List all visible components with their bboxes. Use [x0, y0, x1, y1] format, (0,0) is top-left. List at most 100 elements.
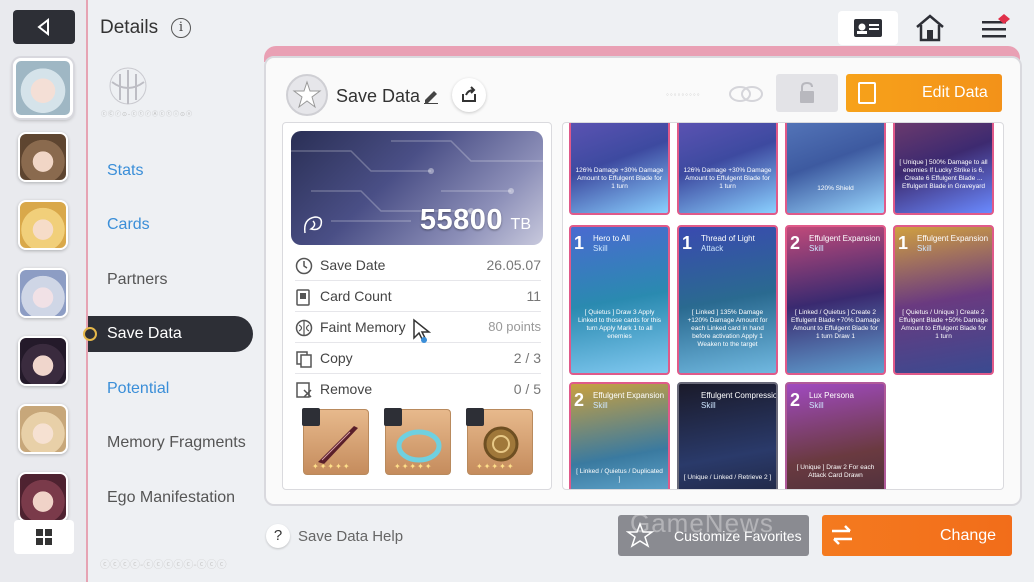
rings-icon [729, 86, 763, 102]
card-item[interactable]: 126% Damage +30% Damage Amount to Effulg… [677, 123, 778, 215]
stat-value: 26.05.07 [486, 257, 542, 273]
armor-type-icon [384, 408, 402, 426]
menu-icon [982, 14, 1010, 38]
stat-label: Faint Memory [320, 319, 406, 335]
info-icon[interactable]: i [171, 18, 191, 38]
edit-data-label: Edit Data [922, 84, 988, 101]
card-type: Skill [701, 401, 716, 410]
equipment-slot-armor[interactable]: ✦✦✦✦✦ [384, 408, 451, 475]
avatar-character-7[interactable] [18, 472, 68, 522]
card-item[interactable]: [ Unique ] 500% Damage to all enemies If… [893, 123, 994, 215]
avatar-character-3[interactable] [18, 200, 68, 250]
save-data-help-link[interactable]: Save Data Help [298, 528, 403, 545]
stat-label: Card Count [320, 288, 392, 304]
card-name: Effulgent Compression [701, 391, 778, 400]
card-item[interactable]: 126% Damage +30% Damage Amount to Effulg… [569, 123, 670, 215]
card-cost: 1 [898, 233, 909, 253]
grid-view-button[interactable] [14, 520, 74, 554]
swap-arrows-icon [832, 525, 852, 545]
stat-label: Remove [320, 381, 373, 397]
card-text: 120% Shield [817, 185, 854, 192]
card-text: [ Unique ] Draw 2 For each Attack Card D… [796, 464, 875, 479]
card-text: 126% Damage +30% Damage Amount to Effulg… [683, 167, 772, 190]
watermark-text: GameNews [630, 508, 774, 538]
card-text: [ Linked / Quietus / Duplicated ] [576, 468, 663, 483]
card-item[interactable]: 120% Shield [785, 123, 886, 215]
stat-value: 11 [526, 288, 541, 304]
card-name: Effulgent Expansion [917, 234, 989, 243]
share-button[interactable] [452, 78, 486, 112]
stat-row-save-date: Save Date 26.05.07 [295, 251, 541, 281]
emblem-caption: ⓒⒸⓡ⊙-ⓒⓣⓡⒶⓒⓣⓘ⊙ⓝ [101, 112, 194, 118]
star-badge-icon [292, 80, 322, 109]
character-rail [0, 0, 88, 582]
nav-ego-manifestation[interactable]: Ego Manifestation [107, 489, 235, 507]
card-type: Skill [593, 244, 608, 253]
card-item[interactable]: 1 Thread of Light Attack [ Linked ] 135%… [677, 225, 778, 375]
card-cost: 1 [682, 233, 693, 253]
id-card-icon [854, 19, 882, 37]
clock-icon [295, 257, 313, 275]
avatar-character-5[interactable] [18, 336, 68, 386]
stat-label: Copy [320, 350, 353, 366]
card-grid: 126% Damage +30% Damage Amount to Effulg… [562, 122, 1004, 490]
edit-name-icon[interactable] [422, 86, 440, 104]
card-item[interactable]: 1 Hero to All Skill [ Quietus ] Draw 3 A… [569, 225, 670, 375]
nav-partners[interactable]: Partners [107, 271, 167, 289]
weapon-type-icon [302, 408, 320, 426]
nav-save-data[interactable]: Save Data [83, 316, 253, 352]
stat-row-remove: Remove 0 / 5 [295, 375, 541, 405]
card-text: [ Unique ] 500% Damage to all enemies If… [899, 159, 988, 190]
card-type: Skill [809, 401, 824, 410]
change-label: Change [940, 527, 997, 544]
menu-button[interactable] [976, 11, 1016, 45]
home-icon [916, 14, 944, 42]
edit-data-button[interactable]: Edit Data [846, 74, 1002, 112]
card-name: Lux Persona [809, 391, 854, 400]
card-item[interactable]: Effulgent Compression Skill [ Unique / L… [677, 382, 778, 489]
copy-icon [296, 351, 312, 368]
avatar-character-4[interactable] [18, 268, 68, 318]
active-indicator-icon [83, 327, 97, 341]
page-title: Details [100, 17, 159, 38]
card-cost: 1 [574, 233, 585, 253]
nav-cards[interactable]: Cards [107, 216, 150, 234]
card-item[interactable]: 1 Effulgent Expansion Skill [ Quietus / … [893, 225, 994, 375]
nav-stats[interactable]: Stats [107, 162, 143, 180]
card-item[interactable]: 2 Effulgent Expansion Skill [ Linked / Q… [569, 382, 670, 489]
card-text: [ Linked ] 135% Damage +120% Damage Amou… [687, 309, 768, 348]
lock-button[interactable] [776, 74, 838, 112]
card-name: Effulgent Expansion [593, 391, 665, 400]
nav-potential[interactable]: Potential [107, 380, 169, 398]
nav-memory-fragments[interactable]: Memory Fragments [107, 434, 246, 452]
share-icon [462, 86, 476, 102]
save-data-title: Save Data [336, 86, 421, 106]
card-text: [ Quietus / Unique ] Create 2 Effulgent … [899, 309, 988, 340]
card-type: Skill [917, 244, 932, 253]
card-item[interactable]: 2 Lux Persona Skill [ Unique ] Draw 2 Fo… [785, 382, 886, 489]
change-button[interactable]: Change [822, 515, 1012, 556]
save-stats-box: 55800 TB Save Date 26.05.07 Card Count 1… [282, 122, 552, 490]
card-item[interactable]: 2 Effulgent Expansion Skill [ Linked / Q… [785, 225, 886, 375]
help-icon[interactable]: ? [266, 524, 290, 548]
nav-save-data-label: Save Data [107, 325, 182, 342]
equipment-slot-weapon[interactable]: ✦✦✦✦✦ [302, 408, 369, 475]
card-text: 126% Damage +30% Damage Amount to Effulg… [575, 167, 664, 190]
circuit-pattern-icon [291, 140, 543, 222]
stat-value: 80 points [488, 319, 541, 334]
grid-icon [36, 529, 52, 545]
back-button[interactable] [13, 10, 75, 44]
avatar-character-6[interactable] [18, 404, 68, 454]
avatar-character-2[interactable] [18, 132, 68, 182]
profile-card-button[interactable] [838, 11, 898, 45]
equipment-slot-accessory[interactable]: ✦✦✦✦✦ [466, 408, 533, 475]
card-type: Attack [701, 244, 724, 253]
brain-icon [295, 319, 313, 337]
footer-faint-text: ⓒⓒⓒⓒ-ⓒⓒⓒⓒⓒ-ⓒⓒⓒ [100, 560, 227, 571]
back-arrow-icon [37, 18, 49, 36]
card-cost: 2 [574, 390, 585, 410]
card-cost: 2 [790, 390, 801, 410]
home-button[interactable] [912, 11, 948, 45]
avatar-character-1[interactable] [13, 58, 73, 118]
stat-label: Save Date [320, 257, 386, 273]
